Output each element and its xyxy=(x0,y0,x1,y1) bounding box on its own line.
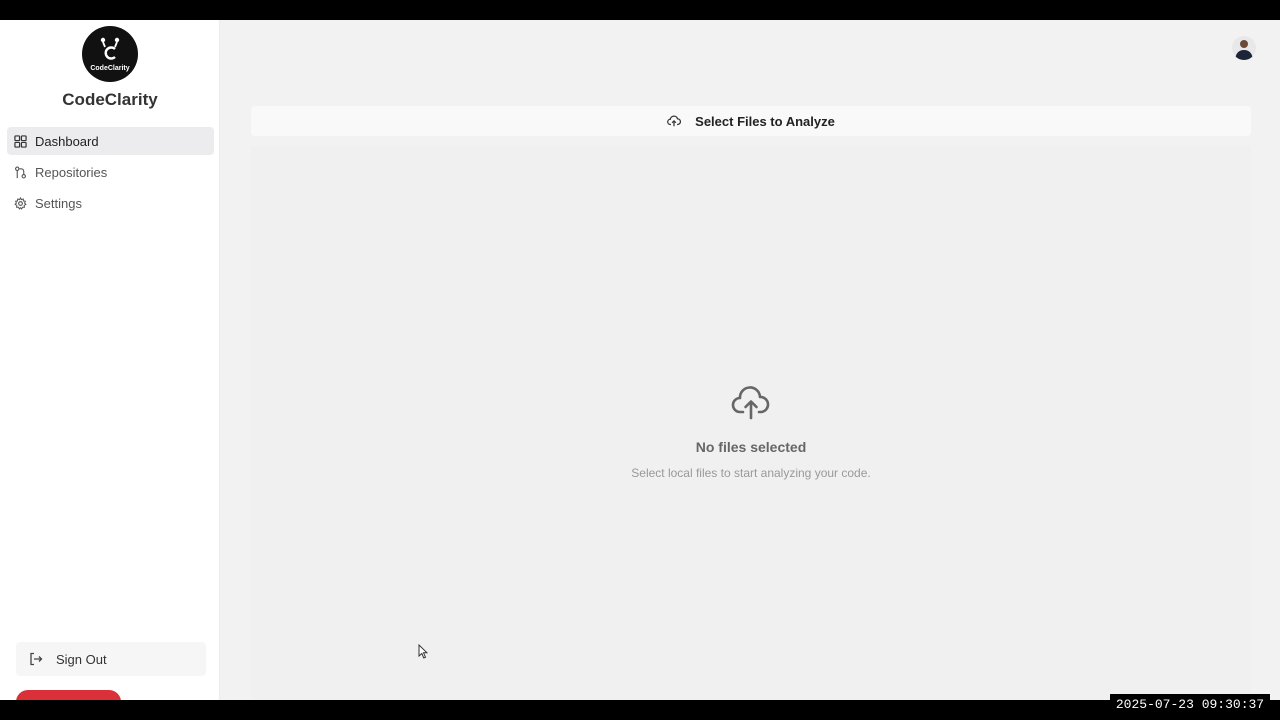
empty-state-subtitle: Select local files to start analyzing yo… xyxy=(631,466,871,480)
user-avatar-icon xyxy=(1235,40,1253,60)
git-branch-icon xyxy=(15,166,26,178)
avatar[interactable] xyxy=(1232,36,1256,60)
sidebar-item-label: Repositories xyxy=(35,164,108,180)
gear-icon xyxy=(14,196,27,210)
sign-out-button[interactable]: Sign Out xyxy=(16,642,206,676)
cloud-upload-icon xyxy=(667,115,682,127)
red-badge xyxy=(16,690,121,700)
cloud-upload-icon xyxy=(731,386,770,420)
app-logo: CodeClarity xyxy=(82,26,138,82)
empty-state-title: No files selected xyxy=(695,439,807,455)
sign-out-label: Sign Out xyxy=(56,651,107,667)
sidebar: CodeClarity CodeClarity Dashboard Reposi… xyxy=(0,20,220,700)
app-title: CodeClarity xyxy=(62,90,158,109)
select-files-label: Select Files to Analyze xyxy=(695,113,835,129)
app-window: CodeClarity CodeClarity Dashboard Reposi… xyxy=(0,20,1280,700)
recording-timestamp: 2025-07-23 09:30:37 xyxy=(1110,694,1270,716)
logo-text: CodeClarity xyxy=(90,65,130,72)
logout-icon xyxy=(30,652,43,666)
mouse-cursor-icon xyxy=(418,644,428,659)
sidebar-item-repositories[interactable]: Repositories xyxy=(7,158,214,186)
select-files-button[interactable]: Select Files to Analyze xyxy=(251,106,1251,136)
dashboard-grid-icon xyxy=(14,134,27,148)
sidebar-item-label: Settings xyxy=(35,195,82,211)
logo-mark-icon xyxy=(100,37,120,60)
file-dropzone[interactable] xyxy=(251,146,1251,700)
sidebar-item-label: Dashboard xyxy=(35,133,99,149)
sidebar-item-dashboard[interactable]: Dashboard xyxy=(7,127,214,155)
sidebar-item-settings[interactable]: Settings xyxy=(7,189,214,217)
